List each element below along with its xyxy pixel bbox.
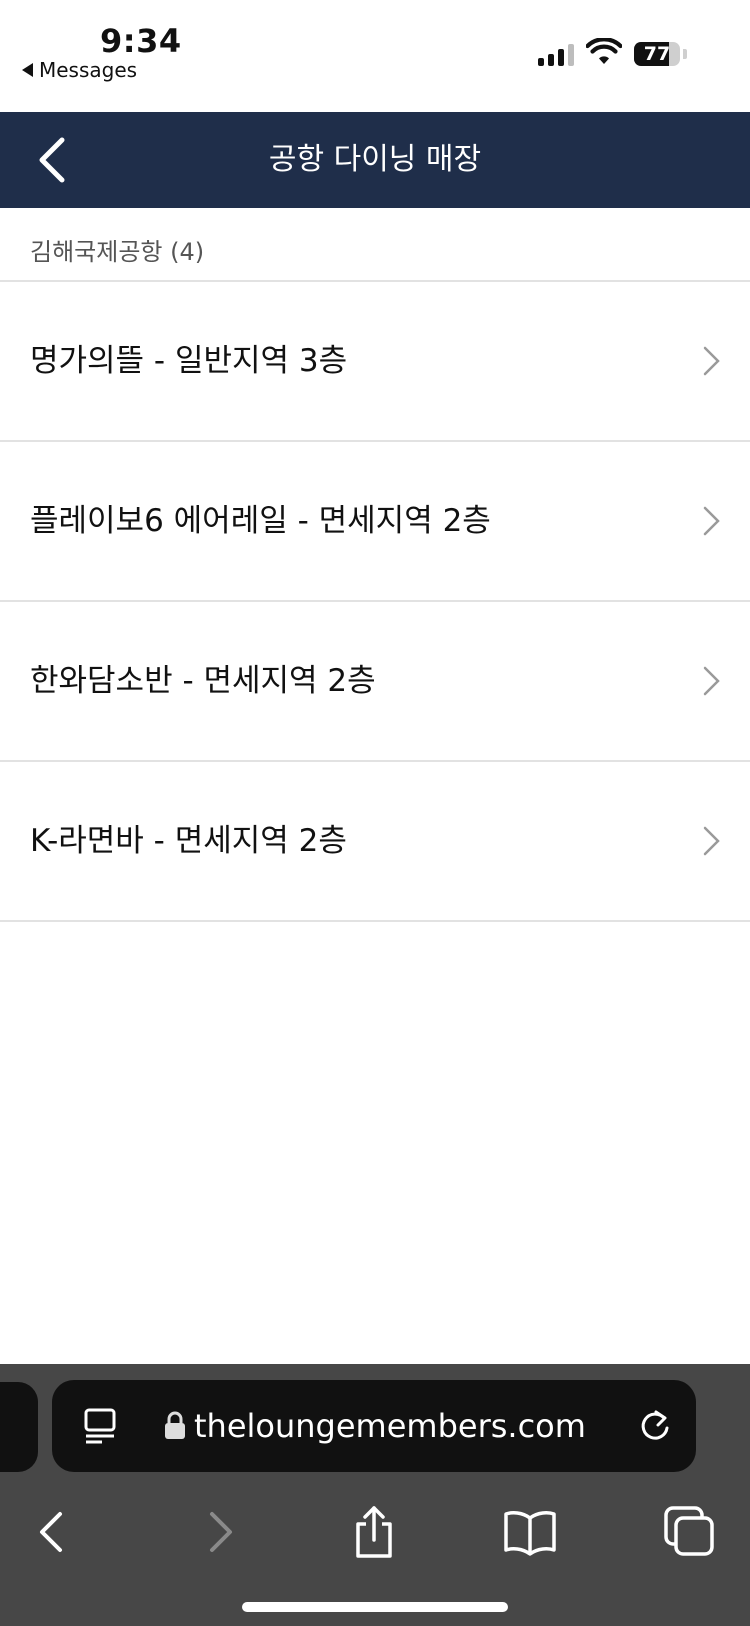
status-time: 9:34 [100,22,182,60]
list-item[interactable]: 플레이보6 에어레일 - 면세지역 2층 [0,442,750,602]
section-header: 김해국제공항 (4) [0,208,750,282]
previous-tab-peek[interactable] [0,1382,38,1472]
battery-icon: 77 [634,42,680,66]
battery-percent: 77 [643,43,671,65]
bookmarks-icon[interactable] [502,1504,558,1560]
tabs-icon[interactable] [662,1504,718,1560]
list-item[interactable]: K-라면바 - 면세지역 2층 [0,762,750,922]
section-title: 김해국제공항 (4) [30,238,205,266]
page-title: 공항 다이닝 매장 [268,142,482,177]
address-bar[interactable]: theloungemembers.com [52,1380,696,1472]
share-icon[interactable] [346,1504,402,1560]
back-chevron-icon[interactable] [28,132,84,188]
reload-icon[interactable] [634,1406,674,1446]
list-item-label: 한와담소반 - 면세지역 2층 [30,663,376,699]
list-item[interactable]: 한와담소반 - 면세지역 2층 [0,602,750,762]
wifi-icon [586,38,622,64]
home-indicator [242,1602,508,1612]
list-item-label: 명가의뜰 - 일반지역 3층 [30,343,348,379]
list-item-label: 플레이보6 에어레일 - 면세지역 2층 [30,503,491,539]
reader-icon[interactable] [82,1406,122,1446]
back-triangle-icon [22,63,33,77]
store-list: 명가의뜰 - 일반지역 3층 플레이보6 에어레일 - 면세지역 2층 한와담소… [0,282,750,922]
status-bar: 9:34 Messages 77 [0,0,750,112]
chevron-right-icon [703,346,720,376]
chevron-right-icon [703,506,720,536]
back-to-app-link[interactable]: Messages [22,58,137,82]
nav-header: 공항 다이닝 매장 [0,112,750,208]
back-app-label: Messages [39,58,138,82]
browser-bar: theloungemembers.com [0,1364,750,1626]
list-item[interactable]: 명가의뜰 - 일반지역 3층 [0,282,750,442]
url-text: theloungemembers.com [194,1407,586,1445]
cellular-signal-icon [538,44,574,66]
forward-icon[interactable] [190,1504,246,1560]
browser-toolbar [0,1494,750,1574]
list-item-label: K-라면바 - 면세지역 2층 [30,823,347,859]
battery-nub [683,49,687,59]
lock-icon [165,1411,185,1439]
chevron-right-icon [703,666,720,696]
chevron-right-icon [703,826,720,856]
back-icon[interactable] [26,1504,82,1560]
